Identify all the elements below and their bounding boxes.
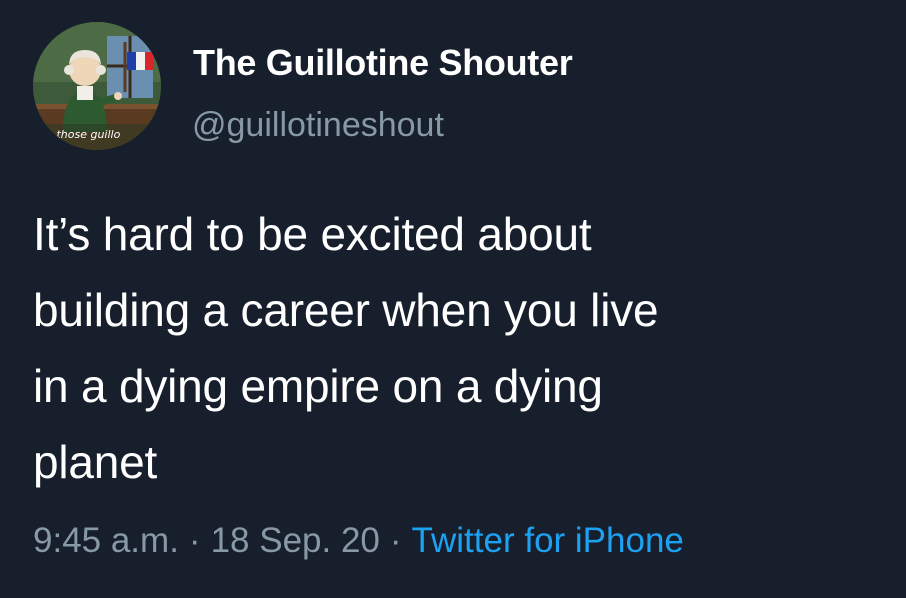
meta-separator: ·	[389, 521, 402, 560]
tweet-text-line: building a career when you live	[33, 284, 659, 336]
tweet-time[interactable]: 9:45 a.m.	[33, 521, 179, 560]
tweet-date[interactable]: 18 Sep. 20	[211, 521, 380, 560]
tweet-text-line: planet	[33, 436, 158, 488]
display-name[interactable]: The Guillotine Shouter	[193, 42, 573, 84]
tweet-source-link[interactable]: Twitter for iPhone	[412, 521, 684, 560]
meta-separator: ·	[188, 521, 201, 560]
tweet-text: It’s hard to be excited about building a…	[33, 196, 893, 500]
user-handle[interactable]: @guillotineshout	[192, 106, 444, 145]
avatar-caption: up those guillo	[39, 128, 121, 141]
tweet-text-line: in a dying empire on a dying	[33, 360, 603, 412]
tweet-text-line: It’s hard to be excited about	[33, 208, 592, 260]
tweet-meta: 9:45 a.m. · 18 Sep. 20 · Twitter for iPhone	[33, 521, 684, 561]
tweet-card: up those guillo The Guillotine Shouter @…	[0, 0, 906, 598]
profile-avatar[interactable]: up those guillo	[33, 22, 161, 150]
